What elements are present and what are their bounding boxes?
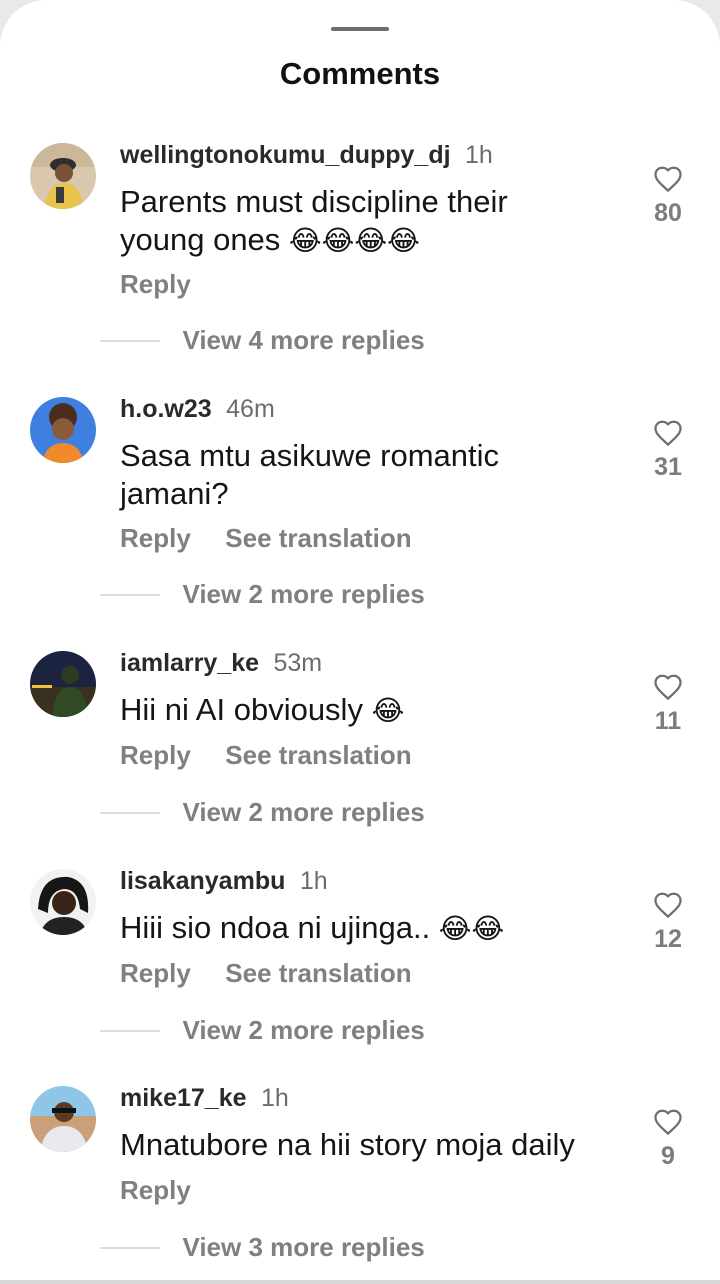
see-translation-button[interactable]: See translation [225, 523, 411, 553]
view-replies-label[interactable]: View 4 more replies [182, 325, 424, 355]
reply-button[interactable]: Reply [120, 523, 191, 553]
username[interactable]: lisakanyambu [120, 867, 285, 895]
username[interactable]: wellingtonokumu_duppy_dj [120, 141, 451, 169]
comment-meta: lisakanyambu 1h [120, 867, 328, 896]
like-button[interactable]: 31 [638, 419, 698, 482]
replies-divider [100, 811, 160, 814]
view-replies[interactable]: View 2 more replies [100, 797, 425, 828]
timestamp: 1h [299, 867, 328, 895]
comment-actions: Reply See translation [120, 958, 442, 989]
comment-meta: h.o.w23 46m [120, 395, 275, 424]
like-button[interactable]: 12 [638, 891, 698, 954]
timestamp: 1h [260, 1084, 289, 1112]
like-button[interactable]: 80 [638, 165, 698, 228]
comment-item: wellingtonokumu_duppy_dj 1h Parents must… [0, 141, 720, 393]
like-button[interactable]: 9 [638, 1108, 698, 1171]
comment-actions: Reply See translation [120, 740, 442, 771]
comment-actions: Reply [120, 269, 221, 300]
like-count: 9 [661, 1142, 675, 1170]
avatar[interactable] [30, 651, 96, 717]
reply-button[interactable]: Reply [120, 958, 191, 988]
view-replies[interactable]: View 2 more replies [100, 1015, 425, 1046]
comment-actions: Reply See translation [120, 523, 442, 554]
comments-sheet: Comments wellingtonokumu_duppy_dj 1h Par… [0, 0, 720, 1284]
reply-button[interactable]: Reply [120, 740, 191, 770]
heart-outline-icon [654, 1109, 682, 1135]
comment-text: Hii ni AI obviously 😂 [120, 691, 590, 730]
see-translation-button[interactable]: See translation [225, 740, 411, 770]
replies-divider [100, 1246, 160, 1249]
like-count: 31 [654, 453, 682, 481]
comment-item: mike17_ke 1h Mnatubore na hii story moja… [0, 1084, 720, 1284]
comment-text: Sasa mtu asikuwe romantic jamani? [120, 437, 590, 513]
replies-divider [100, 1029, 160, 1032]
comment-body: Sasa mtu asikuwe romantic jamani? [120, 438, 500, 511]
comment-item: lisakanyambu 1h Hiii sio ndoa ni ujinga.… [0, 867, 720, 1119]
comment-actions: Reply [120, 1175, 221, 1206]
view-replies-label[interactable]: View 2 more replies [182, 579, 424, 609]
username[interactable]: iamlarry_ke [120, 649, 259, 677]
view-replies[interactable]: View 2 more replies [100, 579, 425, 610]
avatar[interactable] [30, 1086, 96, 1152]
drag-handle[interactable] [331, 27, 389, 31]
view-replies[interactable]: View 4 more replies [100, 325, 425, 356]
timestamp: 46m [226, 395, 275, 423]
comment-text: Hiii sio ndoa ni ujinga.. 😂😂 [120, 909, 590, 948]
avatar[interactable] [30, 869, 96, 935]
username[interactable]: h.o.w23 [120, 395, 212, 423]
bottom-divider [0, 1280, 720, 1284]
comment-body: Hiii sio ndoa ni ujinga.. [120, 910, 439, 945]
like-count: 12 [654, 925, 682, 953]
replies-divider [100, 339, 160, 342]
comment-meta: wellingtonokumu_duppy_dj 1h [120, 141, 493, 170]
comment-item: iamlarry_ke 53m Hii ni AI obviously 😂 Re… [0, 649, 720, 901]
comment-body: Hii ni AI obviously [120, 692, 372, 727]
timestamp: 53m [273, 649, 323, 677]
see-translation-button[interactable]: See translation [225, 958, 411, 988]
timestamp: 1h [465, 141, 493, 169]
emoji-laughing: 😂 [371, 694, 405, 727]
comment-meta: mike17_ke 1h [120, 1084, 289, 1113]
like-button[interactable]: 11 [638, 673, 698, 736]
emoji-laughing: 😂😂 [438, 912, 505, 945]
view-replies-label[interactable]: View 3 more replies [182, 1232, 424, 1262]
emoji-laughing: 😂😂😂😂 [288, 224, 420, 257]
heart-outline-icon [654, 892, 682, 918]
heart-outline-icon [654, 420, 682, 446]
heart-outline-icon [654, 166, 682, 192]
like-count: 80 [654, 199, 682, 227]
heart-outline-icon [654, 674, 682, 700]
username[interactable]: mike17_ke [120, 1084, 247, 1112]
sheet-title: Comments [279, 56, 441, 91]
view-replies-label[interactable]: View 2 more replies [182, 797, 424, 827]
view-replies-label[interactable]: View 2 more replies [182, 1015, 424, 1045]
comment-text: Parents must discipline their young ones… [120, 183, 590, 260]
comment-item: h.o.w23 46m Sasa mtu asikuwe romantic ja… [0, 395, 720, 647]
comment-meta: iamlarry_ke 53m [120, 649, 322, 678]
view-replies[interactable]: View 3 more replies [100, 1232, 425, 1263]
reply-button[interactable]: Reply [120, 269, 191, 299]
comment-text: Mnatubore na hii story moja daily [120, 1126, 620, 1164]
comment-body: Mnatubore na hii story moja daily [120, 1127, 575, 1162]
avatar[interactable] [30, 143, 96, 209]
replies-divider [100, 593, 160, 596]
avatar[interactable] [30, 397, 96, 463]
reply-button[interactable]: Reply [120, 1175, 191, 1205]
like-count: 11 [654, 707, 682, 735]
